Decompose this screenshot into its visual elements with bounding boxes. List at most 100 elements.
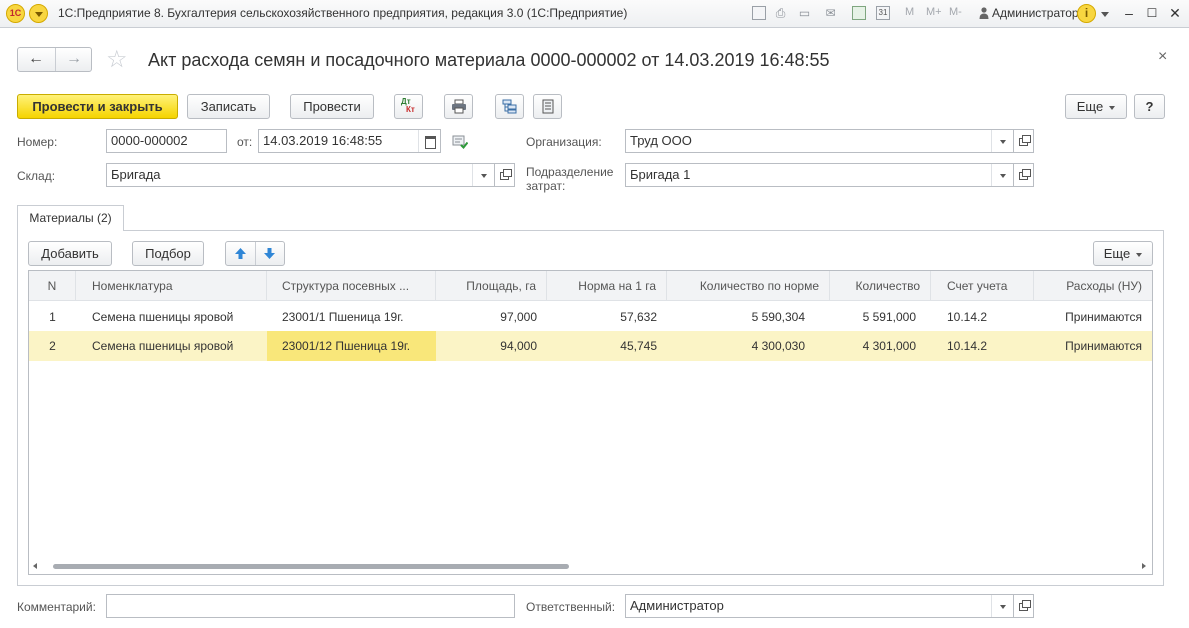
- calendar-icon[interactable]: 31: [876, 6, 890, 20]
- move-divider: [255, 242, 256, 265]
- window-close-icon[interactable]: ✕: [1166, 4, 1184, 22]
- warehouse-label: Склад:: [17, 169, 56, 183]
- column-header-account[interactable]: Счет учета: [931, 271, 1034, 301]
- minimize-icon[interactable]: –: [1120, 4, 1138, 22]
- cell-nomenclature: Семена пшеницы яровой: [92, 310, 234, 324]
- dt-kt-button[interactable]: Дт Кт: [394, 94, 423, 119]
- calculator-icon[interactable]: [852, 6, 866, 20]
- column-header-area[interactable]: Площадь, га: [436, 271, 547, 301]
- table-row[interactable]: 1 Семена пшеницы яровой 23001/1 Пшеница …: [29, 302, 1152, 332]
- number-field[interactable]: 0000-000002: [106, 129, 227, 153]
- organization-dropdown-icon[interactable]: [991, 130, 1013, 152]
- cost-department-field[interactable]: Бригада 1: [625, 163, 1014, 187]
- chevron-down-icon: [1136, 252, 1143, 257]
- scroll-right-icon[interactable]: [1142, 563, 1146, 569]
- forward-arrow-icon[interactable]: →: [56, 48, 92, 71]
- cell-nomenclature: Семена пшеницы яровой: [92, 339, 234, 353]
- email-icon[interactable]: ✉: [823, 6, 838, 21]
- warehouse-open-icon[interactable]: [494, 163, 515, 187]
- column-header-rate[interactable]: Норма на 1 га: [547, 271, 667, 301]
- scrollbar-thumb[interactable]: [53, 564, 569, 569]
- info-dropdown-icon[interactable]: [1101, 12, 1109, 17]
- cell-qty: 4 301,000: [862, 339, 916, 353]
- main-menu-icon[interactable]: [29, 4, 48, 23]
- calendar-picker-icon[interactable]: [418, 130, 440, 152]
- materials-table[interactable]: N Номенклатура Структура посевных ... Пл…: [28, 270, 1153, 575]
- date-field[interactable]: 14.03.2019 16:48:55: [258, 129, 441, 153]
- preview-icon[interactable]: ▭: [797, 6, 812, 21]
- window-titlebar: 1С 1С:Предприятие 8. Бухгалтерия сельско…: [0, 0, 1189, 28]
- save-button[interactable]: Записать: [187, 94, 270, 119]
- move-down-icon[interactable]: [263, 247, 276, 260]
- cell-crop-structure-focused[interactable]: 23001/12 Пшеница 19г.: [267, 331, 436, 361]
- current-user[interactable]: Администратор: [992, 6, 1079, 20]
- cell-qty-norm: 4 300,030: [751, 339, 805, 353]
- table-row-selected[interactable]: 2 Семена пшеницы яровой 23001/12 Пшеница…: [29, 331, 1152, 361]
- page-title: Акт расхода семян и посадочного материал…: [148, 50, 830, 70]
- date-value: 14.03.2019 16:48:55: [263, 133, 383, 148]
- move-up-icon[interactable]: [234, 247, 247, 260]
- more-button[interactable]: Еще: [1065, 94, 1127, 119]
- column-header-crop-structure[interactable]: Структура посевных ...: [267, 271, 436, 301]
- memory-add-button[interactable]: M+: [926, 6, 942, 18]
- cell-account: 10.14.2: [947, 310, 988, 324]
- report-button[interactable]: [533, 94, 562, 119]
- cost-department-value: Бригада 1: [630, 167, 691, 182]
- table-more-button[interactable]: Еще: [1093, 241, 1153, 266]
- post-and-close-button[interactable]: Провести и закрыть: [17, 94, 178, 119]
- memory-subtract-button[interactable]: M-: [949, 6, 962, 18]
- cell-qty-norm: 5 590,304: [751, 310, 805, 324]
- back-arrow-icon[interactable]: ←: [18, 48, 54, 71]
- cell-n: 1: [49, 310, 56, 324]
- cell-tax-expense: Принимаются: [1065, 339, 1142, 353]
- column-header-n[interactable]: N: [29, 271, 76, 301]
- scroll-left-icon[interactable]: [33, 563, 37, 569]
- cell-crop-structure: 23001/1 Пшеница 19г.: [282, 310, 404, 324]
- column-header-qty-norm[interactable]: Количество по норме: [667, 271, 830, 301]
- column-header-nomenclature[interactable]: Номенклатура: [76, 271, 267, 301]
- column-header-qty[interactable]: Количество: [830, 271, 931, 301]
- favorite-star-icon[interactable]: ☆: [106, 47, 128, 73]
- tab-materials[interactable]: Материалы (2): [17, 205, 124, 231]
- hierarchy-icon: [502, 99, 517, 114]
- cost-department-dropdown-icon[interactable]: [991, 164, 1013, 186]
- info-icon[interactable]: i: [1077, 4, 1096, 23]
- user-icon: [979, 7, 989, 19]
- move-buttons: [225, 241, 285, 266]
- cell-n: 2: [49, 339, 56, 353]
- add-row-button[interactable]: Добавить: [28, 241, 112, 266]
- comment-field[interactable]: [106, 594, 515, 618]
- memory-m-button[interactable]: M: [905, 6, 914, 18]
- help-button[interactable]: ?: [1134, 94, 1165, 119]
- horizontal-scrollbar[interactable]: [29, 558, 1152, 574]
- kt-label: Кт: [406, 105, 415, 114]
- app-logo-icon[interactable]: 1С: [6, 4, 25, 23]
- cell-tax-expense: Принимаются: [1065, 310, 1142, 324]
- pick-button[interactable]: Подбор: [132, 241, 204, 266]
- cell-account: 10.14.2: [947, 339, 988, 353]
- responsible-field[interactable]: Администратор: [625, 594, 1014, 618]
- warehouse-dropdown-icon[interactable]: [472, 164, 494, 186]
- post-button[interactable]: Провести: [290, 94, 374, 119]
- responsible-open-icon[interactable]: [1013, 594, 1034, 618]
- cell-rate: 57,632: [620, 310, 657, 324]
- save-icon[interactable]: [752, 6, 766, 20]
- organization-field[interactable]: Труд ООО: [625, 129, 1014, 153]
- more-button-label: Еще: [1076, 99, 1104, 114]
- cost-department-open-icon[interactable]: [1013, 163, 1034, 187]
- structure-button[interactable]: [495, 94, 524, 119]
- warehouse-field[interactable]: Бригада: [106, 163, 495, 187]
- responsible-dropdown-icon[interactable]: [991, 595, 1013, 617]
- organization-value: Труд ООО: [630, 133, 692, 148]
- column-header-tax-expense[interactable]: Расходы (НУ): [1034, 271, 1152, 301]
- print-icon[interactable]: ⎙: [773, 6, 788, 21]
- form-close-icon[interactable]: ×: [1158, 48, 1167, 66]
- printer-icon: [452, 99, 466, 114]
- navigation-buttons: ← →: [17, 47, 92, 72]
- table-more-label: Еще: [1103, 246, 1131, 261]
- number-edit-icon[interactable]: [452, 135, 468, 149]
- organization-open-icon[interactable]: [1013, 129, 1034, 153]
- print-button[interactable]: [444, 94, 473, 119]
- cell-area: 97,000: [500, 310, 537, 324]
- maximize-icon[interactable]: ☐: [1143, 4, 1161, 22]
